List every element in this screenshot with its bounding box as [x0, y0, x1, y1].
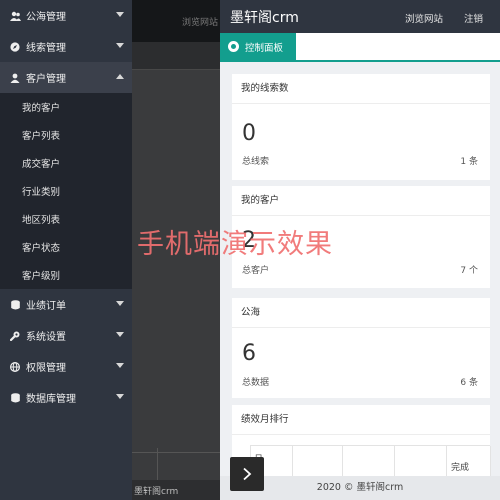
- submenu-item-industry[interactable]: 行业类别: [0, 177, 132, 205]
- tab-dashboard[interactable]: 控制面板: [220, 33, 296, 60]
- mobile-tab-bar: 控制面板: [220, 33, 500, 62]
- sidebar-item-database[interactable]: 数据库管理: [0, 382, 132, 413]
- submenu-item-region[interactable]: 地区列表: [0, 205, 132, 233]
- sidebar-item-orders[interactable]: 业绩订单: [0, 289, 132, 320]
- background-browse-link: 浏览网站: [182, 18, 219, 28]
- sidebar: 公海管理 线索管理 客户管理 我的客户 客户列表 成交客户 行业类别 地区列表 …: [0, 0, 132, 500]
- sidebar-item-label: 数据库管理: [26, 394, 76, 405]
- sidebar-item-label: 业绩订单: [26, 301, 66, 312]
- card-value: 6: [242, 341, 256, 366]
- background-table-divider: [157, 448, 158, 480]
- mobile-header: 墨轩阁crm 浏览网站 注销: [220, 0, 500, 33]
- card-count: 6 条: [460, 378, 478, 388]
- chevron-down-icon: [116, 394, 124, 399]
- chevron-down-icon: [116, 301, 124, 306]
- submenu-item-level[interactable]: 客户级别: [0, 261, 132, 289]
- column-done: 完成: [451, 463, 470, 473]
- card-my-leads: 我的线索数 0 总线索 1 条: [232, 74, 490, 180]
- card-count: 7 个: [460, 266, 478, 276]
- card-value: 0: [242, 121, 256, 146]
- chevron-down-icon: [116, 332, 124, 337]
- database-icon: [9, 299, 21, 311]
- sidebar-item-label: 系统设置: [26, 332, 66, 343]
- submenu-item-closed-customers[interactable]: 成交客户: [0, 149, 132, 177]
- background-footer-text: 墨轩阁crm: [134, 487, 179, 497]
- submenu-item-my-customers[interactable]: 我的客户: [0, 93, 132, 121]
- globe-icon: [9, 361, 21, 373]
- expand-menu-button[interactable]: [230, 457, 264, 491]
- browse-site-link[interactable]: 浏览网站: [405, 11, 443, 25]
- user-group-icon: [9, 10, 21, 22]
- background-table-line: [132, 452, 222, 453]
- card-title: 公海: [232, 298, 490, 328]
- user-icon: [9, 72, 21, 84]
- compass-icon: [9, 41, 21, 53]
- sidebar-item-permissions[interactable]: 权限管理: [0, 351, 132, 382]
- card-label: 总线索: [242, 157, 270, 167]
- sidebar-item-label: 线索管理: [26, 43, 66, 54]
- brand-logo-text[interactable]: 墨轩阁crm: [230, 7, 299, 27]
- sidebar-item-settings[interactable]: 系统设置: [0, 320, 132, 351]
- customer-submenu: 我的客户 客户列表 成交客户 行业类别 地区列表 客户状态 客户级别: [0, 93, 132, 289]
- demo-watermark: 手机端演示效果: [137, 229, 333, 260]
- card-title: 我的客户: [232, 186, 490, 216]
- tab-label: 控制面板: [245, 42, 284, 54]
- chevron-down-icon: [116, 43, 124, 48]
- submenu-item-status[interactable]: 客户状态: [0, 233, 132, 261]
- logout-link[interactable]: 注销: [464, 11, 483, 25]
- card-title: 绩效月排行: [232, 405, 490, 435]
- chevron-down-icon: [116, 12, 124, 17]
- card-monthly-ranking: 绩效月排行 月 完成: [232, 405, 491, 486]
- card-count: 1 条: [460, 157, 478, 167]
- sidebar-item-label: 公海管理: [26, 12, 66, 23]
- sidebar-item-leads[interactable]: 线索管理: [0, 31, 132, 62]
- database-icon: [9, 392, 21, 404]
- card-title: 我的线索数: [232, 74, 490, 104]
- chevron-down-icon: [116, 363, 124, 368]
- wrench-icon: [9, 330, 21, 342]
- sidebar-item-public-sea[interactable]: 公海管理: [0, 0, 132, 31]
- dashboard-icon: [228, 41, 239, 52]
- sidebar-item-label: 客户管理: [26, 74, 66, 85]
- chevron-up-icon: [116, 74, 124, 79]
- submenu-item-customer-list[interactable]: 客户列表: [0, 121, 132, 149]
- sidebar-item-label: 权限管理: [26, 363, 66, 374]
- card-label: 总数据: [242, 378, 270, 388]
- card-public-sea: 公海 6 总数据 6 条: [232, 298, 490, 398]
- sidebar-item-customers[interactable]: 客户管理: [0, 62, 132, 93]
- chevron-right-icon: [243, 467, 252, 481]
- card-label: 总客户: [242, 266, 270, 276]
